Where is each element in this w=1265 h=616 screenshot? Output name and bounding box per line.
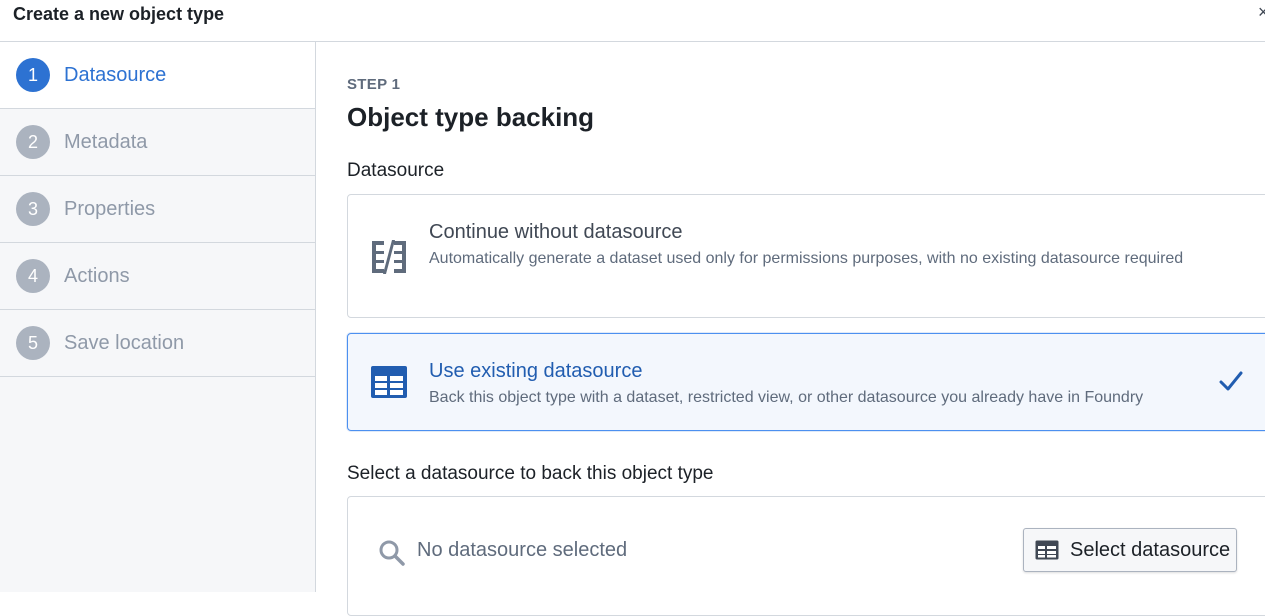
steps-sidebar: 1 Datasource 2 Metadata 3 Properties 4 A… — [0, 42, 316, 592]
select-datasource-label: Select datasource — [1070, 539, 1231, 561]
step-number: 3 — [16, 192, 50, 226]
close-icon[interactable]: × — [1258, 2, 1265, 23]
step-datasource[interactable]: 1 Datasource — [0, 42, 315, 109]
table-icon — [370, 365, 408, 404]
datasource-selector: No datasource selected Select datasource — [347, 496, 1265, 616]
split-columns-icon — [370, 239, 408, 280]
dialog-header: Create a new object type × — [0, 0, 1265, 42]
step-kicker: STEP 1 — [347, 76, 401, 93]
step-label: Metadata — [64, 131, 148, 153]
option-description: Back this object type with a dataset, re… — [429, 389, 1144, 406]
step-number: 5 — [16, 326, 50, 360]
option-description: Automatically generate a dataset used on… — [429, 250, 1184, 267]
datasource-section-label: Datasource — [347, 160, 445, 181]
select-datasource-button[interactable]: Select datasource — [1023, 528, 1237, 572]
option-title: Use existing datasource — [429, 360, 643, 382]
step-label: Actions — [64, 265, 130, 287]
check-icon — [1218, 370, 1244, 397]
step-label: Datasource — [64, 64, 167, 86]
step-label: Save location — [64, 332, 185, 354]
selected-datasource-placeholder: No datasource selected — [417, 539, 628, 561]
option-continue-without-datasource[interactable]: Continue without datasource Automaticall… — [347, 194, 1265, 318]
select-section-label: Select a datasource to back this object … — [347, 463, 714, 484]
step-metadata[interactable]: 2 Metadata — [0, 109, 315, 176]
option-title: Continue without datasource — [429, 221, 683, 243]
option-use-existing-datasource[interactable]: Use existing datasource Back this object… — [347, 333, 1265, 431]
main-panel: STEP 1 Object type backing Datasource Co… — [317, 42, 1265, 616]
step-number: 2 — [16, 125, 50, 159]
dialog-title: Create a new object type — [13, 4, 225, 24]
page-title: Object type backing — [347, 102, 595, 132]
step-label: Properties — [64, 198, 156, 220]
step-actions[interactable]: 4 Actions — [0, 243, 315, 310]
search-icon — [378, 539, 406, 572]
step-number: 4 — [16, 259, 50, 293]
step-save-location[interactable]: 5 Save location — [0, 310, 315, 377]
step-properties[interactable]: 3 Properties — [0, 176, 315, 243]
table-icon — [1035, 540, 1059, 565]
step-number: 1 — [16, 58, 50, 92]
